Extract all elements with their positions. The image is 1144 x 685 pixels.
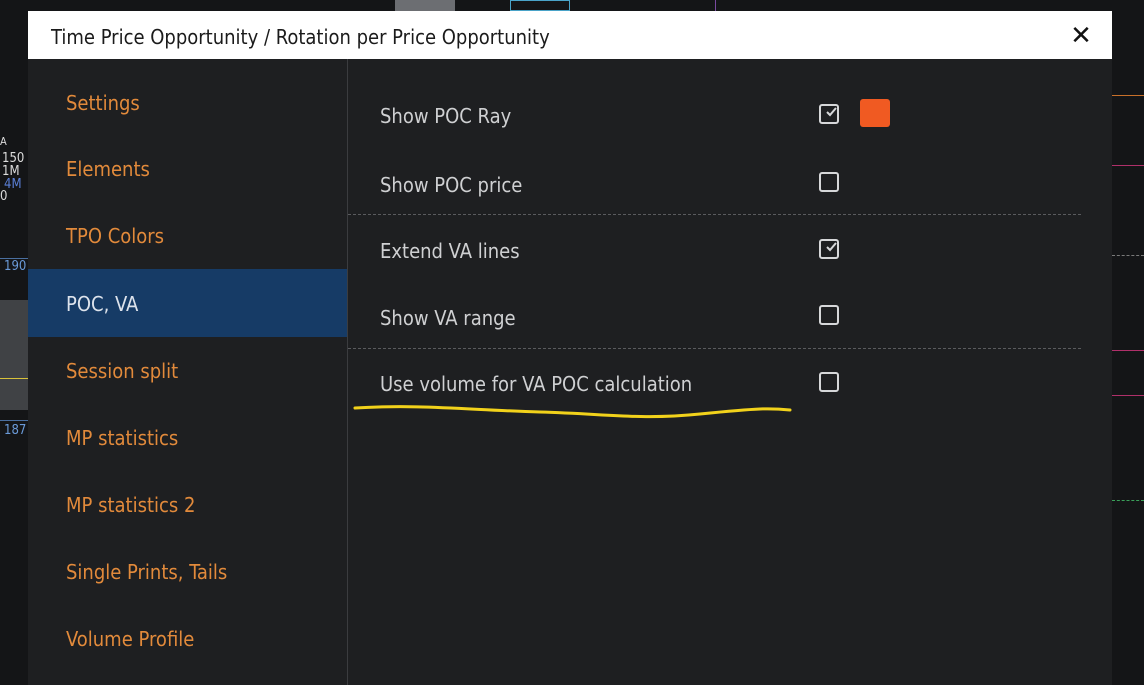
show-poc-ray-checkbox[interactable]: [819, 104, 839, 124]
sidebar-item-elements[interactable]: Elements: [28, 127, 347, 195]
chart-label: 187: [4, 423, 27, 438]
sidebar-item-label: Elements: [66, 157, 150, 181]
chart-line: [0, 258, 28, 259]
extend-va-lines-checkbox[interactable]: [819, 239, 839, 259]
sidebar-item-poc-va[interactable]: POC, VA: [28, 269, 347, 337]
dialog-title: Time Price Opportunity / Rotation per Pr…: [51, 25, 550, 49]
option-label-extend-va-lines: Extend VA lines: [380, 239, 520, 263]
checkmark-icon: [826, 242, 837, 252]
chart-label: 190: [4, 259, 27, 274]
settings-sidebar: Settings Elements TPO Colors POC, VA Ses…: [28, 59, 348, 685]
show-poc-price-checkbox[interactable]: [819, 172, 839, 192]
sidebar-item-tpo-colors[interactable]: TPO Colors: [28, 195, 347, 263]
sidebar-item-volume-profile[interactable]: Volume Profile: [28, 609, 347, 677]
sidebar-item-label: MP statistics 2: [66, 493, 196, 517]
dialog-titlebar: Time Price Opportunity / Rotation per Pr…: [28, 11, 1112, 59]
sidebar-item-label: Settings: [66, 91, 140, 115]
chart-line: [1112, 500, 1144, 502]
chart-line: [1112, 395, 1144, 396]
sidebar-item-label: Single Prints, Tails: [66, 560, 228, 584]
chart-label: 0: [0, 189, 8, 204]
chart-line: [1112, 255, 1144, 257]
poc-ray-color-swatch[interactable]: [860, 99, 890, 127]
sidebar-item-mp-statistics-2[interactable]: MP statistics 2: [28, 473, 347, 541]
close-icon[interactable]: ✕: [1066, 21, 1096, 51]
section-divider: [348, 214, 1081, 215]
chart-line: [715, 0, 716, 11]
chart-bars: [395, 0, 455, 11]
sidebar-item-label: POC, VA: [66, 292, 139, 316]
sidebar-item-label: Session split: [66, 359, 179, 383]
settings-dialog: Time Price Opportunity / Rotation per Pr…: [28, 11, 1112, 685]
use-volume-va-poc-checkbox[interactable]: [819, 372, 839, 392]
sidebar-item-label: Volume Profile: [66, 627, 195, 651]
settings-content: Show POC Ray Show POC price Extend VA li…: [348, 59, 1112, 685]
chart-bars: [0, 300, 28, 410]
sidebar-item-label: MP statistics: [66, 426, 179, 450]
chart-line: [0, 378, 28, 379]
sidebar-item-single-prints-tails[interactable]: Single Prints, Tails: [28, 541, 347, 609]
chart-line: [1112, 165, 1144, 166]
chart-label: A: [0, 135, 7, 148]
section-divider: [348, 348, 1081, 349]
sidebar-item-session-split[interactable]: Session split: [28, 337, 347, 405]
chart-line: [1112, 95, 1144, 96]
chart-line: [1112, 350, 1144, 351]
sidebar-item-settings[interactable]: Settings: [28, 59, 347, 127]
sidebar-item-label: TPO Colors: [66, 224, 165, 248]
option-label-show-poc-ray: Show POC Ray: [380, 104, 512, 128]
show-va-range-checkbox[interactable]: [819, 305, 839, 325]
chart-line: [0, 420, 28, 421]
checkmark-icon: [826, 107, 837, 117]
sidebar-item-mp-statistics[interactable]: MP statistics: [28, 405, 347, 473]
option-label-use-volume-va-poc: Use volume for VA POC calculation: [380, 372, 693, 396]
chart-bars: [510, 0, 570, 11]
option-label-show-va-range: Show VA range: [380, 306, 516, 330]
option-label-show-poc-price: Show POC price: [380, 173, 523, 197]
